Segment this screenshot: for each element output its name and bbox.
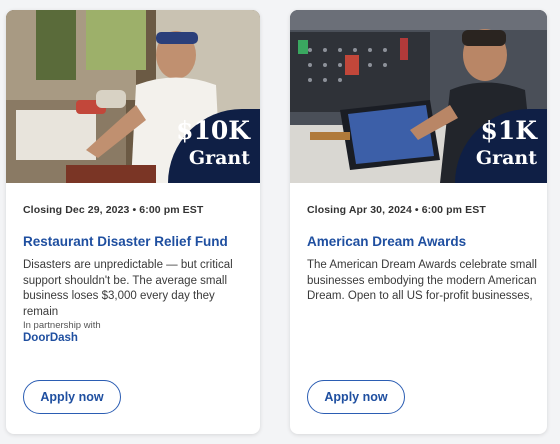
partner-label: In partnership with <box>23 320 101 331</box>
grant-image-chef: $10K Grant <box>6 10 260 183</box>
apply-now-button[interactable]: Apply now <box>23 380 121 414</box>
grant-description: Disasters are unpredictable — but critic… <box>23 259 233 318</box>
partner-name: DoorDash <box>23 332 78 344</box>
grant-label: Grant <box>188 147 250 169</box>
grant-title-link[interactable]: American Dream Awards <box>307 234 466 249</box>
grant-card-american-dream[interactable]: $1K Grant Closing Apr 30, 2024 • 6:00 pm… <box>290 10 547 434</box>
apply-now-button[interactable]: Apply now <box>307 380 405 414</box>
closing-date: Closing Dec 29, 2023 • 6:00 pm EST <box>23 204 204 216</box>
grant-description: The American Dream Awards celebrate smal… <box>307 259 537 302</box>
grant-amount-badge: $10K Grant <box>168 109 260 183</box>
grant-label: Grant <box>475 147 537 169</box>
grant-amount: $10K <box>176 116 250 145</box>
closing-date: Closing Apr 30, 2024 • 6:00 pm EST <box>307 204 486 216</box>
grant-card-restaurant-relief[interactable]: $10K Grant Closing Dec 29, 2023 • 6:00 p… <box>6 10 260 434</box>
grant-amount: $1K <box>480 116 537 145</box>
grant-title-link[interactable]: Restaurant Disaster Relief Fund <box>23 234 228 249</box>
grant-image-artist: $1K Grant <box>290 10 547 183</box>
